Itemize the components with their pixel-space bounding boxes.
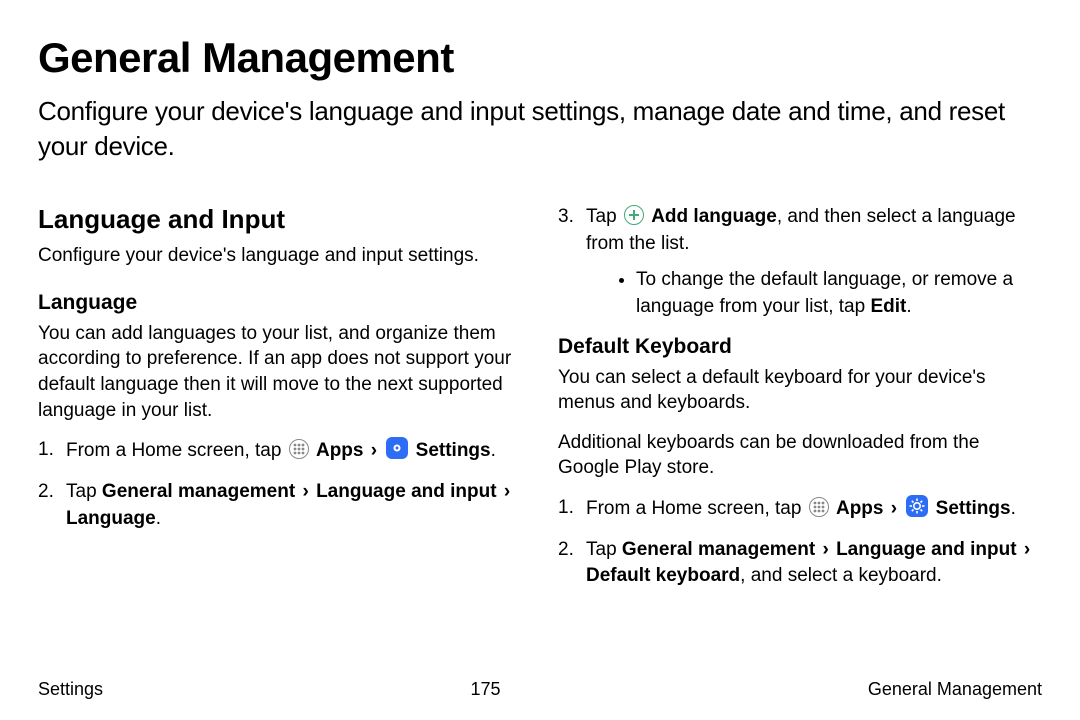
bullet-edit: To change the default language, or remov…: [636, 267, 1042, 320]
section-desc: Configure your device's language and inp…: [38, 243, 522, 269]
keyboard-desc-1: You can select a default keyboard for yo…: [558, 365, 1042, 416]
period: .: [491, 440, 496, 461]
text: From a Home screen, tap: [66, 440, 287, 461]
period: .: [1011, 498, 1016, 519]
path-part: General management: [622, 539, 815, 560]
settings-icon: [386, 437, 408, 459]
keyboard-steps: From a Home screen, tap Apps › Settings.…: [558, 495, 1042, 590]
right-column: Tap Add language, and then select a lang…: [558, 204, 1042, 604]
language-desc: You can add languages to your list, and …: [38, 321, 522, 424]
apps-label: Apps: [836, 498, 884, 519]
chevron-right-icon: ›: [822, 539, 828, 560]
chevron-right-icon: ›: [371, 440, 377, 461]
keyboard-heading: Default Keyboard: [558, 335, 1042, 359]
add-language-label: Add language: [651, 206, 777, 227]
text: From a Home screen, tap: [586, 498, 807, 519]
path-part: General management: [102, 481, 295, 502]
text: Tap: [66, 481, 102, 502]
language-heading: Language: [38, 291, 522, 315]
lang-step-1: From a Home screen, tap Apps › Settings.: [38, 437, 522, 465]
settings-label: Settings: [416, 440, 491, 461]
period: .: [906, 296, 911, 317]
text: , and select a keyboard.: [740, 565, 942, 586]
footer-page-number: 175: [103, 679, 868, 700]
edit-label: Edit: [870, 296, 906, 317]
chevron-right-icon: ›: [302, 481, 308, 502]
language-steps-cont: Tap Add language, and then select a lang…: [558, 204, 1042, 320]
path-part: Language and input: [316, 481, 497, 502]
language-steps: From a Home screen, tap Apps › Settings.…: [38, 437, 522, 532]
apps-label: Apps: [316, 440, 364, 461]
settings-label: Settings: [936, 498, 1011, 519]
text: Tap: [586, 206, 622, 227]
add-icon: [624, 205, 644, 225]
path-part: Language and input: [836, 539, 1017, 560]
kb-step-2: Tap General management › Language and in…: [558, 537, 1042, 590]
text: Tap: [586, 539, 622, 560]
chevron-right-icon: ›: [891, 498, 897, 519]
lang-step-2: Tap General management › Language and in…: [38, 479, 522, 532]
path-part: Language: [66, 508, 156, 529]
text: To change the default language, or remov…: [636, 269, 1013, 317]
apps-icon: [809, 497, 829, 517]
left-column: Language and Input Configure your device…: [38, 204, 522, 604]
chevron-right-icon: ›: [1024, 539, 1030, 560]
path-part: Default keyboard: [586, 565, 740, 586]
kb-step-1: From a Home screen, tap Apps › Settings.: [558, 495, 1042, 523]
page-subtitle: Configure your device's language and inp…: [38, 94, 1042, 164]
chevron-right-icon: ›: [504, 481, 510, 502]
settings-icon: [906, 495, 928, 517]
footer-right: General Management: [868, 679, 1042, 700]
keyboard-desc-2: Additional keyboards can be downloaded f…: [558, 430, 1042, 481]
period: .: [156, 508, 161, 529]
page-footer: Settings 175 General Management: [38, 679, 1042, 700]
manual-page: General Management Configure your device…: [0, 0, 1080, 720]
footer-left: Settings: [38, 679, 103, 700]
content-columns: Language and Input Configure your device…: [38, 204, 1042, 604]
section-heading: Language and Input: [38, 204, 522, 235]
apps-icon: [289, 439, 309, 459]
lang-step-3: Tap Add language, and then select a lang…: [558, 204, 1042, 320]
page-title: General Management: [38, 34, 1042, 82]
sub-bullets: To change the default language, or remov…: [586, 267, 1042, 320]
